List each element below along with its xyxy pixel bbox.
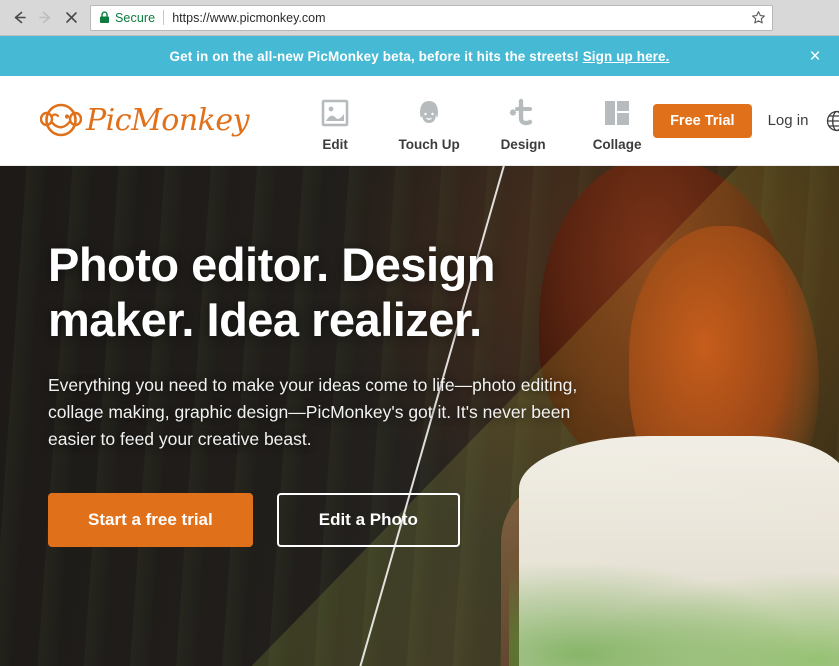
url-text: https://www.picmonkey.com — [172, 10, 326, 25]
foliage-shape — [509, 546, 839, 666]
globe-icon[interactable] — [824, 108, 839, 134]
promo-banner: Get in on the all-new PicMonkey beta, be… — [0, 36, 839, 76]
site-header: PicMonkey Edit Touch Up Design Collage F… — [0, 76, 839, 166]
forward-button[interactable] — [32, 5, 58, 31]
photo-icon — [319, 95, 351, 131]
stop-button[interactable] — [58, 5, 84, 31]
promo-message: Get in on the all-new PicMonkey beta, be… — [169, 48, 579, 64]
nav-label-edit: Edit — [322, 137, 348, 152]
text-t-icon — [507, 95, 539, 131]
bookmark-star-icon[interactable] — [751, 10, 766, 25]
lock-icon — [99, 11, 110, 24]
close-x-icon — [65, 12, 77, 23]
browser-toolbar: Secure https://www.picmonkey.com — [0, 0, 839, 36]
free-trial-button[interactable]: Free Trial — [653, 103, 752, 138]
nav-label-touch-up: Touch Up — [398, 137, 460, 152]
security-status-label: Secure — [115, 10, 156, 25]
logo-wordmark: PicMonkey — [86, 103, 250, 138]
picmonkey-logo[interactable]: PicMonkey — [39, 102, 250, 140]
nav-label-design: Design — [500, 137, 546, 152]
back-arrow-icon — [14, 11, 26, 24]
nav-label-collage: Collage — [592, 137, 642, 152]
nav-item-touch-up[interactable]: Touch Up — [393, 95, 465, 152]
edit-a-photo-button[interactable]: Edit a Photo — [276, 493, 460, 548]
grid-icon — [601, 95, 633, 131]
nav-item-collage[interactable]: Collage — [581, 95, 653, 152]
login-link[interactable]: Log in — [768, 112, 809, 129]
promo-close-icon[interactable]: × — [803, 44, 827, 68]
start-free-trial-button[interactable]: Start a free trial — [48, 493, 253, 548]
hero-subtitle: Everything you need to make your ideas c… — [48, 374, 578, 450]
hero-content: Photo editor. Design maker. Idea realize… — [0, 166, 600, 548]
face-icon — [413, 95, 445, 131]
promo-signup-link[interactable]: Sign up here. — [583, 49, 670, 64]
back-button[interactable] — [6, 5, 32, 31]
promo-banner-text: Get in on the all-new PicMonkey beta, be… — [170, 49, 670, 64]
forward-arrow-icon — [38, 11, 50, 24]
nav-item-design[interactable]: Design — [487, 95, 559, 152]
hero-headline-line-2: maker. Idea realizer. — [48, 292, 482, 346]
hero-section: RADIANCE Photo editor. Design maker. Ide… — [0, 166, 839, 666]
monkey-face-icon — [39, 102, 83, 140]
address-bar[interactable]: Secure https://www.picmonkey.com — [90, 4, 773, 31]
header-actions: Free Trial Log in — [653, 103, 839, 138]
hero-headline-line-1: Photo editor. Design — [48, 238, 495, 291]
nav-item-edit[interactable]: Edit — [299, 95, 371, 152]
main-navigation: Edit Touch Up Design Collage — [299, 89, 653, 152]
hero-cta-group: Start a free trial Edit a Photo — [48, 493, 600, 548]
omnibox-divider — [163, 10, 165, 25]
hero-headline: Photo editor. Design maker. Idea realize… — [48, 238, 600, 348]
